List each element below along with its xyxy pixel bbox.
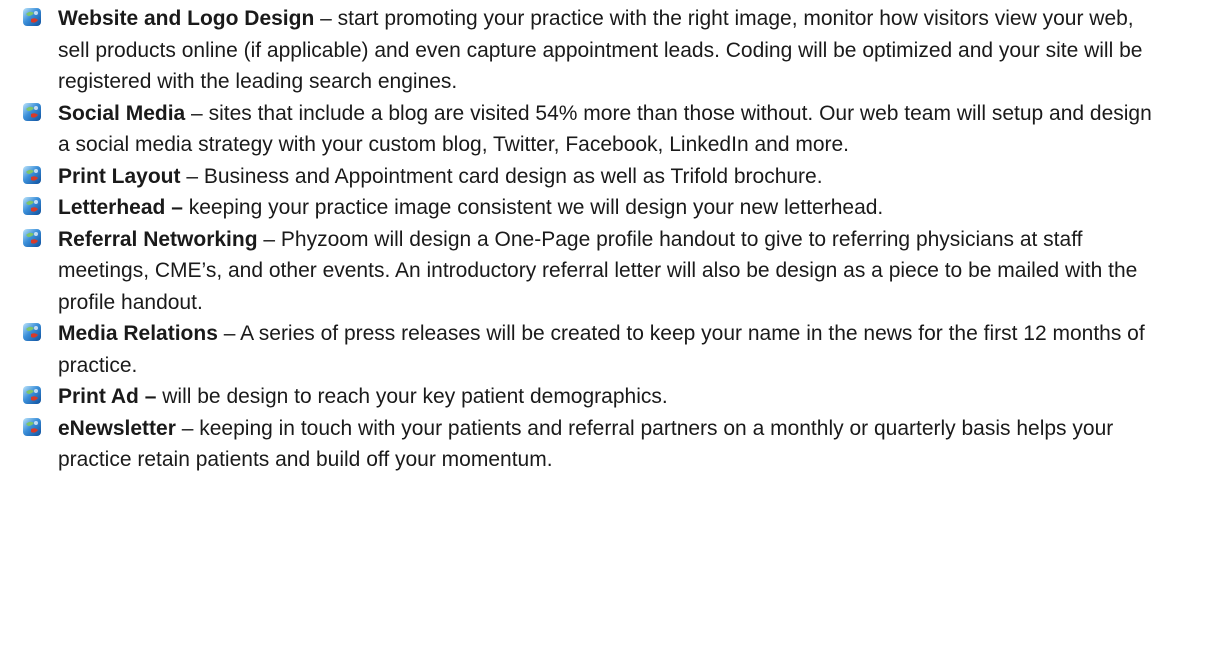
globe-bullet-icon — [23, 386, 41, 404]
list-item: Print Layout – Business and Appointment … — [0, 161, 1168, 193]
globe-bullet-icon — [23, 323, 41, 341]
item-text: Business and Appointment card design as … — [203, 164, 823, 188]
item-separator: – — [257, 227, 281, 251]
list-item: Print Ad – will be design to reach your … — [0, 381, 1168, 413]
item-text: will be design to reach your key patient… — [162, 385, 668, 408]
globe-bullet-icon — [23, 102, 41, 121]
item-term: Letterhead – — [58, 196, 183, 219]
item-term: eNewsletter — [58, 416, 176, 440]
globe-bullet-icon — [23, 228, 41, 247]
list-item: Website and Logo Design – start promotin… — [0, 3, 1168, 98]
globe-bullet-icon — [23, 165, 41, 184]
list-item: eNewsletter – keeping in touch with your… — [0, 413, 1168, 476]
item-separator: – — [180, 164, 204, 188]
list-item: Social Media – sites that include a blog… — [0, 98, 1168, 161]
item-term: Print Layout — [58, 164, 181, 188]
globe-bullet-icon — [23, 8, 41, 26]
item-term: Print Ad – — [58, 385, 157, 408]
item-term: Website and Logo Design — [58, 7, 315, 30]
globe-bullet-icon — [23, 417, 41, 436]
list-item: Media Relations – A series of press rele… — [0, 318, 1168, 381]
item-separator: – — [217, 322, 241, 345]
item-text: keeping in touch with your patients and … — [58, 416, 1114, 472]
item-term: Media Relations — [58, 322, 218, 345]
item-term: Referral Networking — [58, 227, 258, 251]
globe-bullet-icon — [23, 197, 41, 215]
item-term: Social Media — [58, 101, 186, 125]
item-text: keeping your practice image consistent w… — [188, 196, 884, 219]
list-item: Referral Networking – Phyzoom will desig… — [0, 224, 1168, 319]
service-list: Website and Logo Design – start promotin… — [0, 3, 1215, 476]
item-separator: – — [175, 416, 200, 440]
list-item: Letterhead – keeping your practice image… — [0, 192, 1168, 224]
item-text: sites that include a blog are visited 54… — [58, 101, 1152, 157]
item-separator: – — [185, 101, 209, 125]
item-separator: – — [314, 7, 338, 30]
